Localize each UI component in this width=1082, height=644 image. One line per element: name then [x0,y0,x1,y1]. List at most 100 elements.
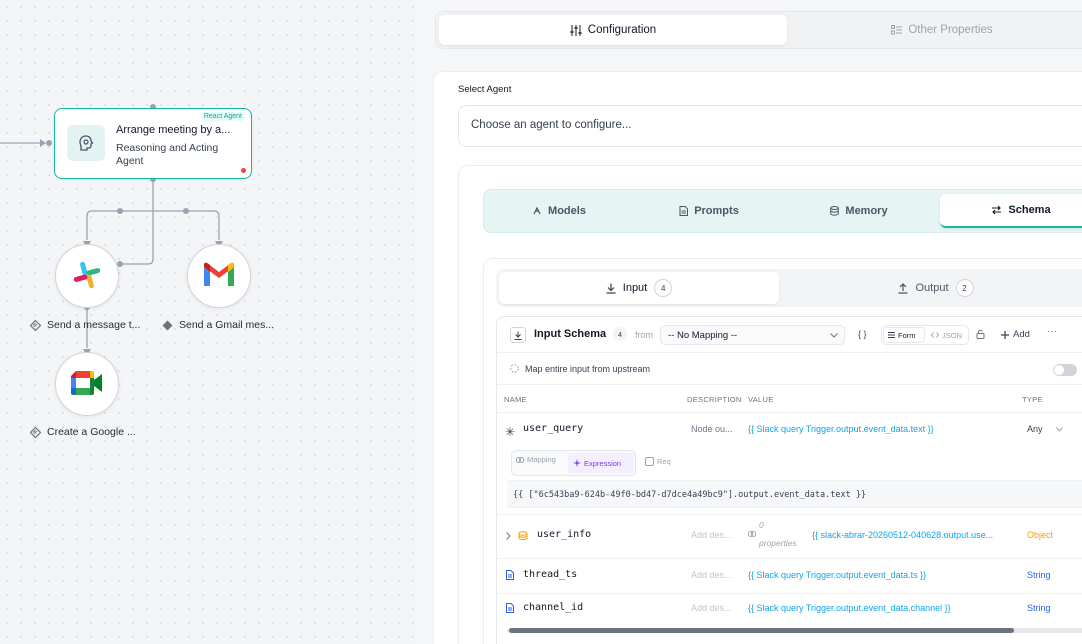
chevron-right-icon[interactable] [506,532,511,540]
field-name[interactable]: channel_id [523,602,583,613]
expression-editor[interactable]: {{ ["6c543ba9-624b-49f0-bd47-d7dce4a49bc… [507,480,1082,508]
slack-tool-node[interactable] [55,244,119,308]
agent-type-badge: React Agent [200,112,245,121]
field-name[interactable]: thread_ts [523,569,577,580]
form-icon [888,332,895,338]
tab-input[interactable]: Input 4 [499,272,779,304]
agent-node[interactable]: React Agent Arrange meeting by a... Reas… [54,108,252,179]
tab-prompts[interactable]: Prompts [634,194,784,228]
column-name: NAME [504,395,527,404]
models-icon [533,206,541,215]
gmail-tool-label: Send a Gmail mes... [162,319,274,331]
gmail-tool-node[interactable] [187,244,251,308]
collapse-icon[interactable] [510,327,526,343]
schema-title: Input Schema [534,328,607,340]
json-view-button[interactable]: JSON [928,328,968,342]
link-icon [510,364,519,373]
field-type[interactable]: Object [1027,530,1053,540]
field-value[interactable]: {{ Slack query Trigger.output.event_data… [748,570,978,580]
google-meet-icon [70,369,104,400]
field-name[interactable]: user_query [523,423,583,434]
required-asterisk-icon: ✳ [505,425,516,439]
view-mode-toggle: Form JSON [881,325,969,345]
chevron-down-icon[interactable] [1056,427,1063,432]
field-type[interactable]: Any [1027,424,1043,434]
panel-tabs: Configuration Other Properties [435,11,1082,49]
divider [497,384,1082,385]
required-checkbox[interactable]: Req [645,457,671,466]
agent-node-title: Arrange meeting by a... [116,124,231,136]
database-icon [830,206,840,216]
checkbox[interactable] [645,457,654,466]
document-icon [679,206,689,216]
properties-panel: Configuration Other Properties Select Ag… [415,0,1082,644]
divider [497,412,1082,413]
divider [497,514,1082,515]
map-entire-toggle[interactable] [1053,364,1077,376]
field-value[interactable]: {{ Slack query Trigger.output.event_data… [748,603,988,613]
expression-mode-button[interactable]: Expression [568,453,634,473]
sliders-icon [570,24,582,36]
form-view-button[interactable]: Form [884,328,924,342]
tab-memory[interactable]: Memory [784,194,934,228]
field-name[interactable]: user_info [537,529,591,540]
select-agent-dropdown[interactable]: Choose an agent to configure... [458,105,1082,147]
mapping-mode-button[interactable]: Mapping [516,455,556,464]
lock-icon[interactable] [976,329,985,339]
slack-tool-label: Send a message t... [30,319,140,331]
map-entire-label: Map entire input from upstream [525,364,651,374]
list-icon [891,25,903,35]
select-agent-label: Select Agent [458,84,512,95]
tab-output[interactable]: Output 2 [786,272,1082,304]
add-field-button[interactable]: Add [1001,329,1030,340]
column-type: TYPE [1022,395,1043,404]
field-type[interactable]: String [1027,570,1051,580]
agent-node-subtitle: Reasoning and Acting Agent [116,142,219,167]
link-icon [748,531,756,537]
download-icon [606,283,616,294]
field-type[interactable]: String [1027,603,1051,613]
field-description[interactable]: Node ou... [691,424,733,434]
plus-icon [1001,330,1009,339]
tab-models[interactable]: Models [484,194,634,228]
sparkle-icon [573,459,581,467]
divider [497,593,1082,594]
mapping-select[interactable]: -- No Mapping -- [660,325,845,345]
scrollbar-thumb[interactable] [509,628,1014,633]
field-value[interactable]: {{ slack-abrar-20260512-040628.output.us… [812,530,1012,540]
workflow-canvas[interactable]: React Agent Arrange meeting by a... Reas… [0,0,415,644]
field-description[interactable]: Add des... [691,570,732,580]
tab-other-properties[interactable]: Other Properties [792,15,1082,45]
tool-icon [30,319,41,331]
code-icon [931,332,939,338]
braces-icon[interactable]: { } [858,329,867,339]
schema-header: Input Schema 4 from -- No Mapping -- { }… [497,317,1082,353]
from-label: from [635,330,653,340]
field-description[interactable]: Add des... [691,603,732,613]
field-description[interactable]: Add des... [691,530,732,540]
output-count-badge: 2 [955,279,974,297]
schema-count-badge: 4 [613,327,627,341]
divider [497,558,1082,559]
io-tabs: Input 4 Output 2 [496,269,1082,307]
tool-icon [30,426,41,438]
tab-configuration[interactable]: Configuration [439,15,787,45]
map-entire-row: Map entire input from upstream [497,353,1082,383]
tab-schema[interactable]: Schema [940,194,1082,228]
swap-icon [992,205,1002,215]
more-options-icon[interactable]: ··· [1047,326,1057,337]
google-meet-tool-node[interactable] [55,352,119,416]
horizontal-scrollbar[interactable] [507,628,1082,633]
field-value[interactable]: {{ Slack query Trigger.output.event_data… [748,424,978,434]
slack-icon [70,258,104,295]
gmail-icon [202,262,236,291]
brain-icon [67,125,105,161]
properties-count: 0 [759,520,764,530]
column-description: DESCRIPTION [687,395,742,404]
link-icon [516,456,524,463]
error-indicator [241,168,246,173]
agent-sub-tabs: Models Prompts Memory Schema [483,189,1082,233]
upload-icon [898,282,908,294]
chevron-down-icon [830,333,838,338]
value-mode-toggle: Mapping Expression [511,450,636,476]
